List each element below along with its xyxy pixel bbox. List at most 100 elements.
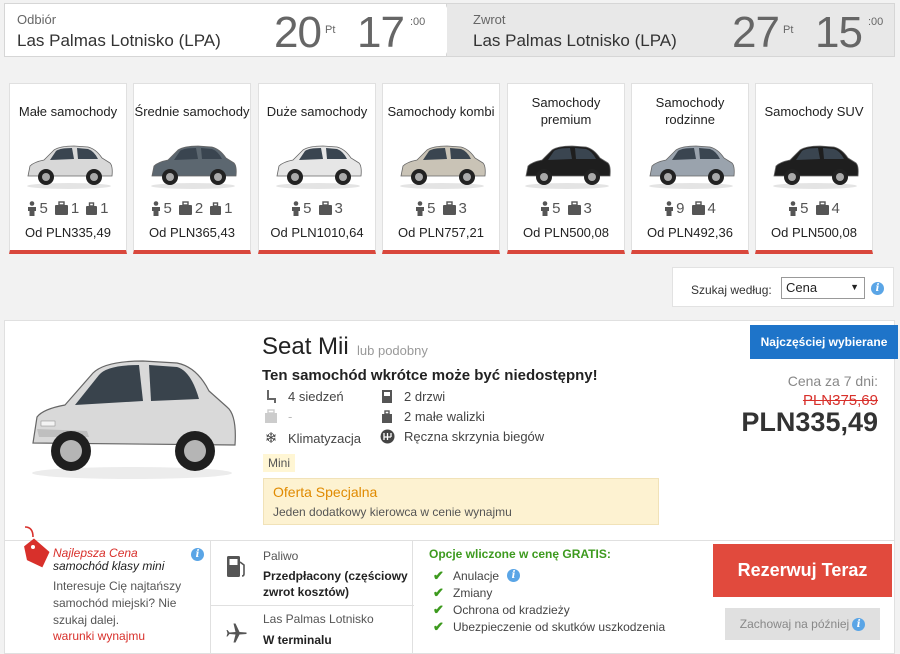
included-item: ✔ Ubezpieczenie od skutków uszkodzenia (433, 618, 666, 634)
spec-bags: 3 (442, 200, 467, 217)
fuel-row: Paliwo Przedpłacony (częściowy zwrot kos… (211, 541, 414, 599)
spec-seats: 5 (788, 200, 809, 217)
sort-selected-value: Cena (786, 280, 818, 295)
spec-bags: 1 (54, 200, 79, 217)
return-weekday: Pt (783, 24, 794, 36)
return-day: 27 (732, 8, 780, 57)
car-image (525, 145, 611, 189)
pickup-weekday: Pt (325, 24, 336, 36)
small-suitcase-icon (378, 409, 396, 424)
result-card: Seat Mii lub podobny Najczęściej wybiera… (4, 320, 898, 654)
popular-badge: Najczęściej wybierane (750, 325, 898, 359)
info-icon[interactable]: i (507, 569, 521, 582)
category-card-4[interactable]: Samochody kombi 53 Od PLN757,21 (382, 83, 500, 254)
category-card-2[interactable]: Średnie samochody 521 Od PLN365,43 (133, 83, 251, 254)
sort-label: Szukaj według: (691, 283, 772, 297)
car-image (649, 145, 735, 189)
info-icon[interactable]: i (852, 617, 866, 631)
category-price: Od PLN492,36 (646, 225, 733, 240)
return-label: Zwrot (473, 12, 506, 27)
pickup-panel[interactable]: Odbiór Las Palmas Lotnisko (LPA) 20 Pt 1… (4, 3, 460, 57)
included-options-panel: Opcje wliczone w cenę GRATIS: ✔ Anulacje i… (413, 541, 703, 654)
offer-title: Oferta Specjalna (273, 484, 378, 500)
category-card-7[interactable]: Samochody SUV 54 Od PLN500,08 (755, 83, 873, 254)
door-icon (378, 389, 396, 404)
fuel-label: Paliwo (263, 549, 299, 563)
sort-box: Szukaj według: Cena ▼ i (672, 267, 894, 307)
car-name: Seat Mii (262, 333, 349, 360)
category-title: Samochody premium (531, 95, 601, 127)
feature-gearbox: Ręczna skrzynia biegów (378, 429, 544, 444)
person-icon (152, 201, 161, 216)
rental-terms-link[interactable]: warunki wynajmu (53, 629, 145, 643)
suitcase-icon (262, 409, 280, 424)
category-title: Średnie samochody (134, 103, 250, 119)
small-suitcase-icon (86, 202, 98, 215)
category-specs: 53 (259, 200, 375, 217)
person-icon (416, 201, 425, 216)
suitcase-icon (54, 201, 68, 215)
return-panel[interactable]: Zwrot Las Palmas Lotnisko (LPA) 27 Pt 15… (447, 3, 895, 57)
car-image (151, 145, 237, 189)
spec-seats: 5 (27, 200, 48, 217)
sort-select[interactable]: Cena ▼ (781, 277, 865, 299)
spec-bags: 4 (691, 200, 716, 217)
category-card-3[interactable]: Duże samochody 53 Od PLN1010,64 (258, 83, 376, 254)
person-icon (789, 201, 798, 216)
fuel-location-panel: Paliwo Przedpłacony (częściowy zwrot kos… (210, 541, 414, 654)
spec-bags: 3 (318, 200, 343, 217)
category-price: Od PLN365,43 (148, 225, 235, 240)
fuel-pump-icon (227, 556, 245, 577)
included-item: ✔ Ochrona od kradzieży (433, 601, 570, 617)
category-price: Od PLN335,49 (24, 225, 111, 240)
category-price: Od PLN500,08 (522, 225, 609, 240)
category-card-5[interactable]: Samochody premium 53 Od PLN500,08 (507, 83, 625, 254)
pickup-location: Las Palmas Lotnisko (LPA) (17, 31, 221, 50)
person-icon (541, 201, 550, 216)
category-specs: 521 (134, 200, 250, 217)
gearbox-icon (378, 429, 396, 444)
pickup-minutes: :00 (410, 16, 426, 28)
checkmark-icon: ✔ (433, 567, 444, 583)
return-hour: 15 (815, 8, 863, 57)
suitcase-icon (567, 201, 581, 215)
spec-seats: 5 (415, 200, 436, 217)
category-title: Samochody rodzinne (655, 95, 725, 127)
category-card-1[interactable]: Małe samochody 511 Od PLN335,49 (9, 83, 127, 254)
person-icon (292, 201, 301, 216)
checkmark-icon: ✔ (433, 584, 444, 600)
spec-small-bags: 1 (209, 200, 233, 217)
best-deal-title: Najlepsza Cena samochód klasy mini (53, 546, 165, 573)
category-specs: 94 (632, 200, 748, 217)
price-current: PLN335,49 (741, 407, 878, 437)
spec-seats: 9 (664, 200, 685, 217)
caret-down-icon: ▼ (850, 282, 859, 292)
location-label: Las Palmas Lotnisko (263, 612, 374, 626)
pickup-day: 20 (274, 8, 322, 57)
pickup-hour: 17 (357, 8, 405, 57)
feature-ac: ❄ Klimatyzacja (262, 429, 361, 447)
category-title: Samochody kombi (387, 103, 495, 119)
location-row: Las Palmas Lotnisko W terminalu (211, 605, 414, 654)
person-icon (665, 201, 674, 216)
suitcase-icon (442, 201, 456, 215)
category-specs: 511 (10, 200, 126, 217)
category-specs: 53 (508, 200, 624, 217)
info-icon[interactable]: i (871, 282, 884, 295)
trip-summary-bar: Odbiór Las Palmas Lotnisko (LPA) 20 Pt 1… (4, 3, 895, 57)
suitcase-icon (178, 201, 192, 215)
price-tag-icon (24, 526, 50, 568)
category-card-6[interactable]: Samochody rodzinne 94 Od PLN492,36 (631, 83, 749, 254)
return-minutes: :00 (868, 16, 884, 28)
spec-bags: 4 (815, 200, 840, 217)
suitcase-icon (318, 201, 332, 215)
details-strip: Najlepsza Cena samochód klasy mini i Int… (5, 526, 894, 654)
snowflake-icon: ❄ (264, 430, 278, 447)
category-title: Małe samochody (18, 103, 118, 119)
book-now-button[interactable]: Rezerwuj Teraz (713, 544, 892, 597)
best-deal-text: Interesuje Cię najtańszy samochód miejsk… (53, 579, 182, 627)
category-specs: 54 (756, 200, 872, 217)
save-for-later-button[interactable]: Zachowaj na później i (725, 608, 880, 640)
feature-seats: 4 siedzeń (262, 389, 344, 404)
info-icon[interactable]: i (191, 548, 204, 561)
